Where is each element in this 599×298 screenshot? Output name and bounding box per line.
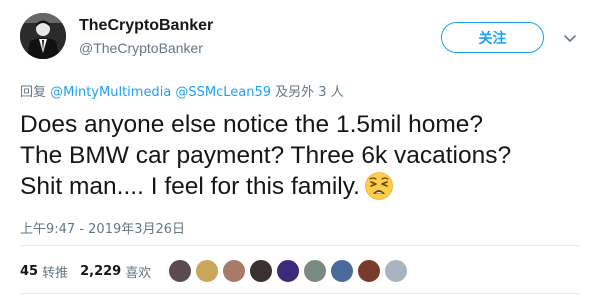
author-handle[interactable]: @TheCryptoBanker [79,40,203,56]
liker-avatar[interactable] [330,259,354,283]
tweet-line: Does anyone else notice the 1.5mil home? [20,111,484,138]
liker-avatar[interactable] [276,259,300,283]
chevron-down-icon[interactable] [562,30,578,46]
author-display-name[interactable]: TheCryptoBanker [79,17,213,35]
reply-context: 回复 @MintyMultimedia @SSMcLean59 及另外 3 人 [20,81,344,100]
tweet-card: TheCryptoBanker @TheCryptoBanker 关注 回复 @… [0,0,599,298]
liker-avatar[interactable] [222,259,246,283]
reply-prefix: 回复 [20,85,51,100]
liker-avatar[interactable] [384,259,408,283]
retweet-count[interactable]: 45 [20,264,38,279]
liker-avatar[interactable] [195,259,219,283]
weary-face-icon [364,171,394,201]
liker-avatar[interactable] [303,259,327,283]
tweet-line-last: Shit man.... I feel for this family. [20,171,580,202]
tweet-stats: 45 转推 2,229 喜欢 [20,262,151,281]
tweet-text: Does anyone else notice the 1.5mil home?… [20,109,580,202]
like-count[interactable]: 2,229 [80,264,121,279]
reply-mentions[interactable]: @MintyMultimedia @SSMcLean59 [50,85,271,100]
liker-avatar[interactable] [357,259,381,283]
stats-divider-bottom [20,293,580,294]
liker-avatar[interactable] [168,259,192,283]
liker-avatars [168,259,411,285]
follow-button[interactable]: 关注 [441,22,544,53]
tweet-line-text: Shit man.... I feel for this family. [20,173,360,200]
suited-man-avatar [20,13,66,59]
tweet-timestamp[interactable]: 上午9:47 - 2019年3月26日 [20,218,185,237]
author-avatar[interactable] [20,13,66,59]
retweet-label[interactable]: 转推 [42,262,68,281]
stats-divider-top [20,245,580,246]
tweet-line: The BMW car payment? Three 6k vacations? [20,142,512,169]
like-label[interactable]: 喜欢 [125,262,151,281]
liker-avatar[interactable] [249,259,273,283]
reply-suffix[interactable]: 及另外 3 人 [271,85,344,100]
